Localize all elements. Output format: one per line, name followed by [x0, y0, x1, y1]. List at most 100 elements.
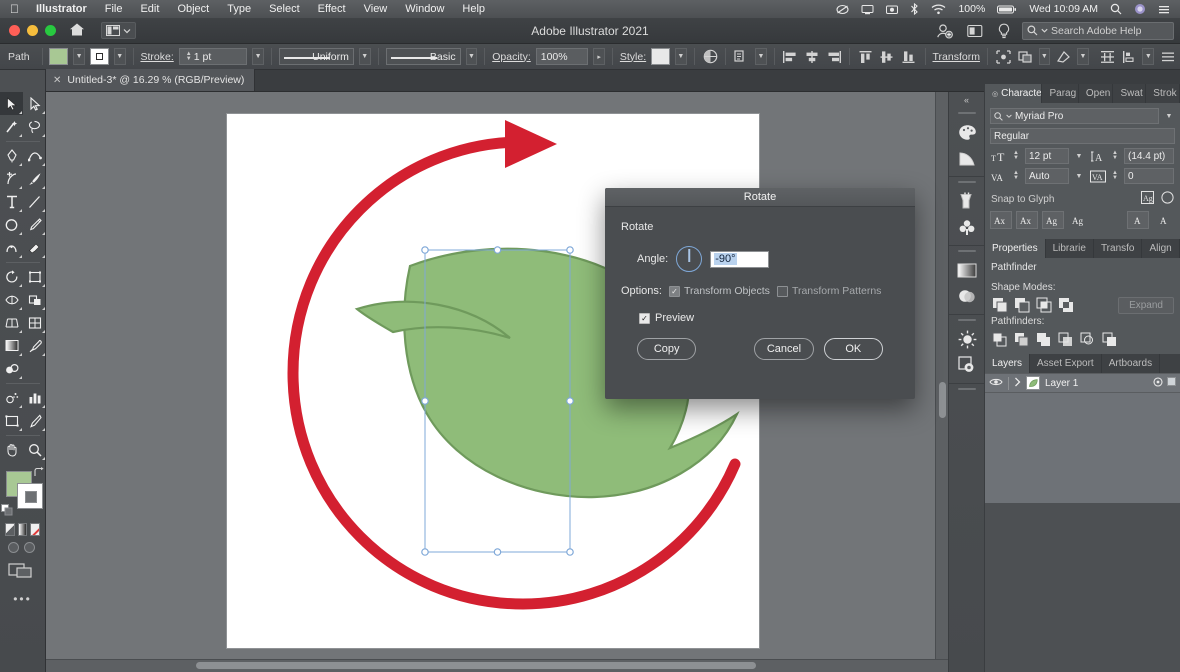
- select-similar-icon[interactable]: [733, 47, 750, 66]
- divide-icon[interactable]: [991, 330, 1009, 348]
- swap-fill-stroke-icon[interactable]: [33, 467, 44, 480]
- fill-color-swatch[interactable]: [49, 48, 68, 65]
- stroke-weight-stepper[interactable]: ▲▼: [184, 52, 194, 62]
- kerning-field[interactable]: Auto: [1025, 168, 1069, 184]
- angle-input[interactable]: -90°: [710, 251, 769, 268]
- graphic-style-swatch[interactable]: [651, 48, 670, 65]
- column-graph-tool[interactable]: [23, 386, 46, 409]
- tab-layers[interactable]: Layers: [985, 354, 1030, 373]
- recolor-artwork-icon[interactable]: [702, 47, 719, 66]
- default-fill-stroke-icon[interactable]: [1, 504, 13, 519]
- draw-behind-icon[interactable]: [24, 542, 35, 553]
- intersect-icon[interactable]: [1035, 296, 1053, 314]
- menu-type[interactable]: Type: [218, 0, 260, 18]
- draw-normal-icon[interactable]: [8, 542, 19, 553]
- ok-button[interactable]: OK: [824, 338, 883, 360]
- brush-definition-field[interactable]: Basic: [386, 48, 461, 65]
- stroke-color-dropdown-icon[interactable]: ▼: [114, 48, 126, 65]
- add-anchor-point-tool[interactable]: [0, 167, 23, 190]
- panel-grip[interactable]: [958, 250, 976, 252]
- tab-properties[interactable]: Properties: [985, 239, 1046, 258]
- all-caps-icon[interactable]: Ax: [990, 211, 1012, 229]
- tab-stroke[interactable]: Strok: [1146, 84, 1180, 103]
- artboard-tool[interactable]: [0, 409, 23, 432]
- discover-icon[interactable]: [990, 23, 1018, 39]
- width-tool[interactable]: [0, 288, 23, 311]
- apple-logo-icon[interactable]: : [4, 3, 27, 15]
- align-left-icon[interactable]: [782, 47, 799, 66]
- kerning-dropdown-icon[interactable]: ▼: [1073, 173, 1085, 180]
- canvas-horizontal-scrollbar[interactable]: [46, 659, 948, 672]
- display-icon[interactable]: [855, 4, 880, 15]
- font-family-dropdown-icon[interactable]: ▼: [1163, 113, 1175, 120]
- screenshot-icon[interactable]: [880, 4, 904, 15]
- menu-view[interactable]: View: [355, 0, 397, 18]
- preview-checkbox[interactable]: ✓: [639, 313, 650, 324]
- font-style-field[interactable]: Regular: [990, 128, 1175, 144]
- arrange-dropdown-icon[interactable]: ▼: [1142, 48, 1154, 65]
- color-panel-icon[interactable]: [949, 119, 985, 145]
- gradient-tool[interactable]: [0, 334, 23, 357]
- style-label[interactable]: Style:: [620, 51, 646, 63]
- font-size-stepper[interactable]: ▲▼: [1011, 151, 1021, 161]
- type-tool[interactable]: [0, 190, 23, 213]
- menu-help[interactable]: Help: [453, 0, 494, 18]
- more-tools-button[interactable]: •••: [0, 582, 45, 606]
- transform-objects-checkbox[interactable]: ✓ Transform Objects: [669, 285, 770, 297]
- exclude-icon[interactable]: [1057, 296, 1075, 314]
- minus-back-icon[interactable]: [1101, 330, 1119, 348]
- pencil-tool[interactable]: [23, 213, 46, 236]
- ellipse-tool[interactable]: [0, 213, 23, 236]
- canvas-vertical-scrollbar[interactable]: [935, 92, 948, 672]
- none-mode-icon[interactable]: [30, 523, 40, 536]
- eye-icon[interactable]: [989, 377, 1003, 390]
- layer-row[interactable]: Layer 1: [985, 373, 1180, 393]
- home-icon[interactable]: [69, 22, 85, 40]
- close-window-button[interactable]: [9, 25, 20, 36]
- menu-edit[interactable]: Edit: [131, 0, 168, 18]
- strikethrough-icon[interactable]: A: [1153, 211, 1175, 229]
- snap-glyph-alt-icon[interactable]: [1161, 191, 1174, 207]
- spotlight-search-icon[interactable]: [1104, 3, 1128, 15]
- eraser-tool[interactable]: [23, 236, 46, 259]
- menu-select[interactable]: Select: [260, 0, 309, 18]
- wifi-icon[interactable]: [925, 4, 952, 15]
- free-transform-tool[interactable]: [23, 265, 46, 288]
- isolate-icon[interactable]: [995, 47, 1012, 66]
- menu-effect[interactable]: Effect: [309, 0, 355, 18]
- merge-icon[interactable]: [1035, 330, 1053, 348]
- trim-icon[interactable]: [1013, 330, 1031, 348]
- opacity-field[interactable]: 100%: [536, 48, 589, 65]
- stroke-profile-dropdown-icon[interactable]: ▼: [359, 48, 371, 65]
- tab-transform[interactable]: Transfo: [1094, 239, 1143, 258]
- leading-stepper[interactable]: ▲▼: [1110, 151, 1120, 161]
- stroke-weight-dropdown-icon[interactable]: ▼: [252, 48, 264, 65]
- cancel-button[interactable]: Cancel: [754, 338, 813, 360]
- panel-grip[interactable]: [958, 181, 976, 183]
- subscript-icon[interactable]: Ag: [1068, 211, 1090, 229]
- paintbrush-tool[interactable]: [23, 167, 46, 190]
- minimize-window-button[interactable]: [27, 25, 38, 36]
- eyedropper-tool[interactable]: [23, 334, 46, 357]
- tab-libraries[interactable]: Librarie: [1046, 239, 1094, 258]
- curvature-tool[interactable]: [23, 144, 46, 167]
- lasso-tool[interactable]: [23, 115, 46, 138]
- pathfinder-panel-header[interactable]: Pathfinder: [985, 258, 1180, 277]
- stroke-weight-label[interactable]: Stroke:: [140, 51, 173, 63]
- tab-swatches[interactable]: Swat: [1113, 84, 1146, 103]
- symbol-sprayer-tool[interactable]: [0, 386, 23, 409]
- align-top-icon[interactable]: [857, 47, 874, 66]
- font-size-field[interactable]: 12 pt: [1025, 148, 1069, 164]
- font-size-dropdown-icon[interactable]: ▼: [1073, 153, 1085, 160]
- target-circle-icon[interactable]: [1153, 377, 1163, 390]
- opacity-flyout-icon[interactable]: ▸: [593, 48, 605, 65]
- align-right-icon[interactable]: [825, 47, 842, 66]
- font-family-field[interactable]: Myriad Pro: [990, 108, 1159, 124]
- clock-label[interactable]: Wed 10:09 AM: [1023, 0, 1104, 18]
- tab-align[interactable]: Align: [1142, 239, 1179, 258]
- tracking-stepper[interactable]: ▲▼: [1110, 171, 1120, 181]
- siri-icon[interactable]: [1128, 3, 1152, 15]
- transform-button[interactable]: Transform: [933, 51, 980, 63]
- crop-icon[interactable]: [1057, 330, 1075, 348]
- minus-front-icon[interactable]: [1013, 296, 1031, 314]
